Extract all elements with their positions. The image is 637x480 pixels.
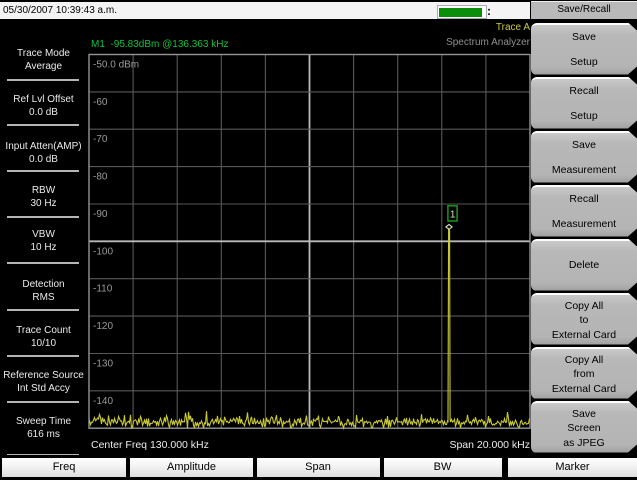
svg-text:-60: -60	[93, 97, 108, 108]
svg-text:-80: -80	[93, 172, 108, 183]
svg-text:-140: -140	[93, 396, 113, 407]
svg-text:1: 1	[450, 210, 456, 221]
svg-text:-130: -130	[93, 359, 113, 370]
svg-text:-120: -120	[93, 321, 113, 332]
svg-text:-90: -90	[93, 209, 108, 220]
svg-text:-110: -110	[93, 284, 113, 295]
svg-text:-50.0 dBm: -50.0 dBm	[93, 60, 139, 71]
svg-text:-70: -70	[93, 134, 108, 145]
svg-text:-100: -100	[93, 246, 113, 257]
